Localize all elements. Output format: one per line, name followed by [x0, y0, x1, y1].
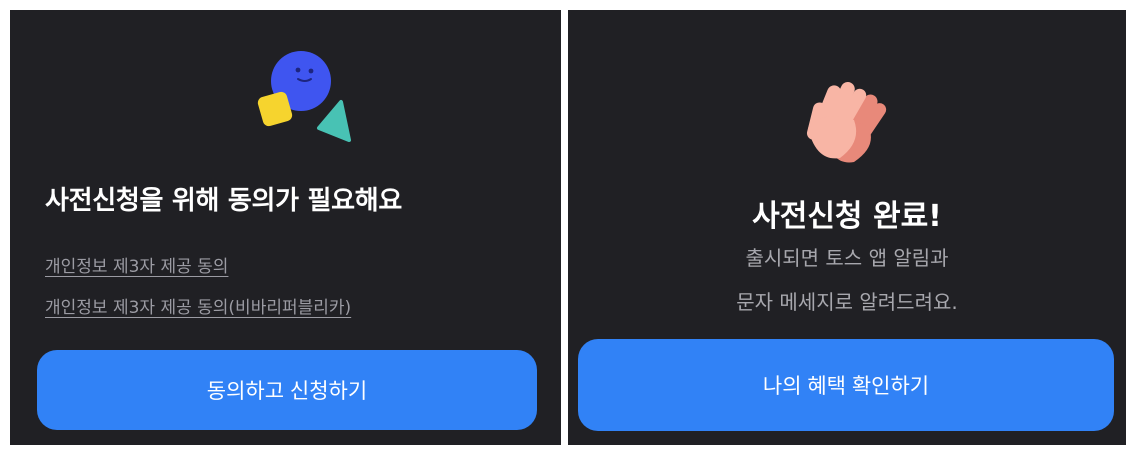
- check-my-benefits-button[interactable]: 나의 혜택 확인하기: [578, 339, 1114, 431]
- notification-message-line: 문자 메세지로 알려드려요.: [736, 290, 958, 314]
- completion-screen: 사전신청 완료! 출시되면 토스 앱 알림과 문자 메세지로 알려드려요. 나의…: [568, 10, 1126, 445]
- clapping-hands-icon: [806, 82, 887, 163]
- character-shapes-icon: [257, 51, 351, 142]
- consent-screen: 사전신청을 위해 동의가 필요해요 개인정보 제3자 제공 동의 개인정보 제3…: [10, 10, 561, 445]
- third-party-consent-viva-republica-link[interactable]: 개인정보 제3자 제공 동의(비바리퍼블리카): [45, 293, 351, 318]
- page-title: 사전신청을 위해 동의가 필요해요: [45, 186, 402, 216]
- completion-title: 사전신청 완료!: [752, 199, 942, 234]
- agree-and-apply-button[interactable]: 동의하고 신청하기: [37, 350, 537, 430]
- notification-message-line: 출시되면 토스 앱 알림과: [745, 246, 949, 270]
- third-party-consent-link[interactable]: 개인정보 제3자 제공 동의: [45, 252, 228, 277]
